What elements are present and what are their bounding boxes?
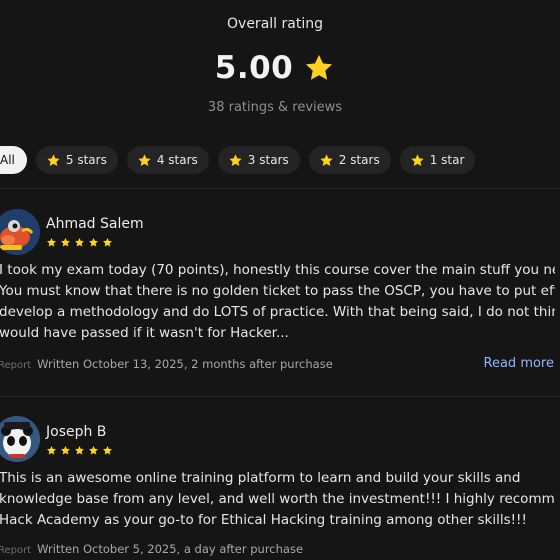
star-icon (103, 238, 112, 247)
filter-label: 4 stars (156, 153, 198, 167)
star-icon (47, 153, 60, 166)
reviewer-name[interactable]: Ahmad Salem (46, 216, 144, 232)
filter-5-stars[interactable]: 5 stars (35, 146, 118, 174)
overall-score: 5.00 (214, 50, 294, 86)
star-icon (89, 446, 98, 455)
review-rating (46, 445, 113, 456)
report-link[interactable]: Report (0, 360, 31, 371)
review-text: This is an awesome online training platf… (0, 468, 555, 531)
review-rating (46, 237, 113, 248)
star-icon (138, 153, 151, 166)
star-icon (61, 238, 70, 247)
review-text-line: develop a methodology and do LOTS of pra… (0, 304, 555, 320)
ratings-count: 38 ratings & reviews (207, 100, 343, 115)
review-text-line: I took my exam today (70 points), honest… (0, 262, 555, 278)
review-meta: Report Written October 5, 2025, a day af… (0, 542, 303, 556)
overall-score-row: 5.00 (0, 50, 550, 86)
overall-rating-label: Overall rating (227, 16, 323, 32)
filter-all[interactable]: All (0, 146, 27, 174)
filter-label: 3 stars (247, 153, 289, 167)
star-icon (411, 153, 424, 166)
review-text-line: would have passed if it wasn't for Hacke… (0, 325, 289, 341)
filter-label: 5 stars (65, 153, 107, 167)
filter-4-stars[interactable]: 4 stars (126, 146, 209, 174)
star-icon (75, 446, 84, 455)
review-card: Ahmad Salem I took my exam today (70 poi… (0, 188, 560, 396)
report-link[interactable]: Report (0, 545, 31, 556)
star-icon (47, 238, 56, 247)
filter-label: 2 stars (338, 153, 380, 167)
star-icon (103, 446, 112, 455)
review-date: Written October 13, 2025, 2 months after… (37, 357, 333, 371)
review-text-line: knowledge base from any level, and well … (0, 491, 555, 507)
star-icon (306, 54, 333, 80)
filter-2-stars[interactable]: 2 stars (308, 146, 391, 174)
filter-3-stars[interactable]: 3 stars (217, 146, 300, 174)
star-icon (320, 153, 333, 166)
review-text: I took my exam today (70 points), honest… (0, 260, 555, 344)
read-more-link[interactable]: Read more (484, 356, 554, 371)
star-icon (89, 238, 98, 247)
filter-1-star[interactable]: 1 star (399, 146, 476, 174)
reviewer-name[interactable]: Joseph B (46, 424, 106, 440)
star-icon (47, 446, 56, 455)
panda-avatar-icon[interactable] (0, 416, 40, 462)
review-date: Written October 5, 2025, a day after pur… (37, 542, 304, 556)
review-meta: Report Written October 13, 2025, 2 month… (0, 357, 333, 371)
review-text-line: Hack Academy as your go-to for Ethical H… (0, 512, 527, 528)
review-text-line: You must know that there is no golden ti… (0, 283, 555, 299)
review-text-line: This is an awesome online training platf… (0, 470, 521, 486)
rating-filter-bar: All 5 stars 4 stars 3 stars 2 stars 1 st… (0, 146, 476, 174)
review-card: Joseph B This is an awesome online train… (0, 396, 560, 560)
star-icon (61, 446, 70, 455)
star-icon (75, 238, 84, 247)
hippo-avatar-icon[interactable] (0, 209, 40, 255)
filter-label: 1 star (429, 153, 465, 167)
filter-label: All (0, 153, 15, 167)
star-icon (229, 153, 242, 166)
